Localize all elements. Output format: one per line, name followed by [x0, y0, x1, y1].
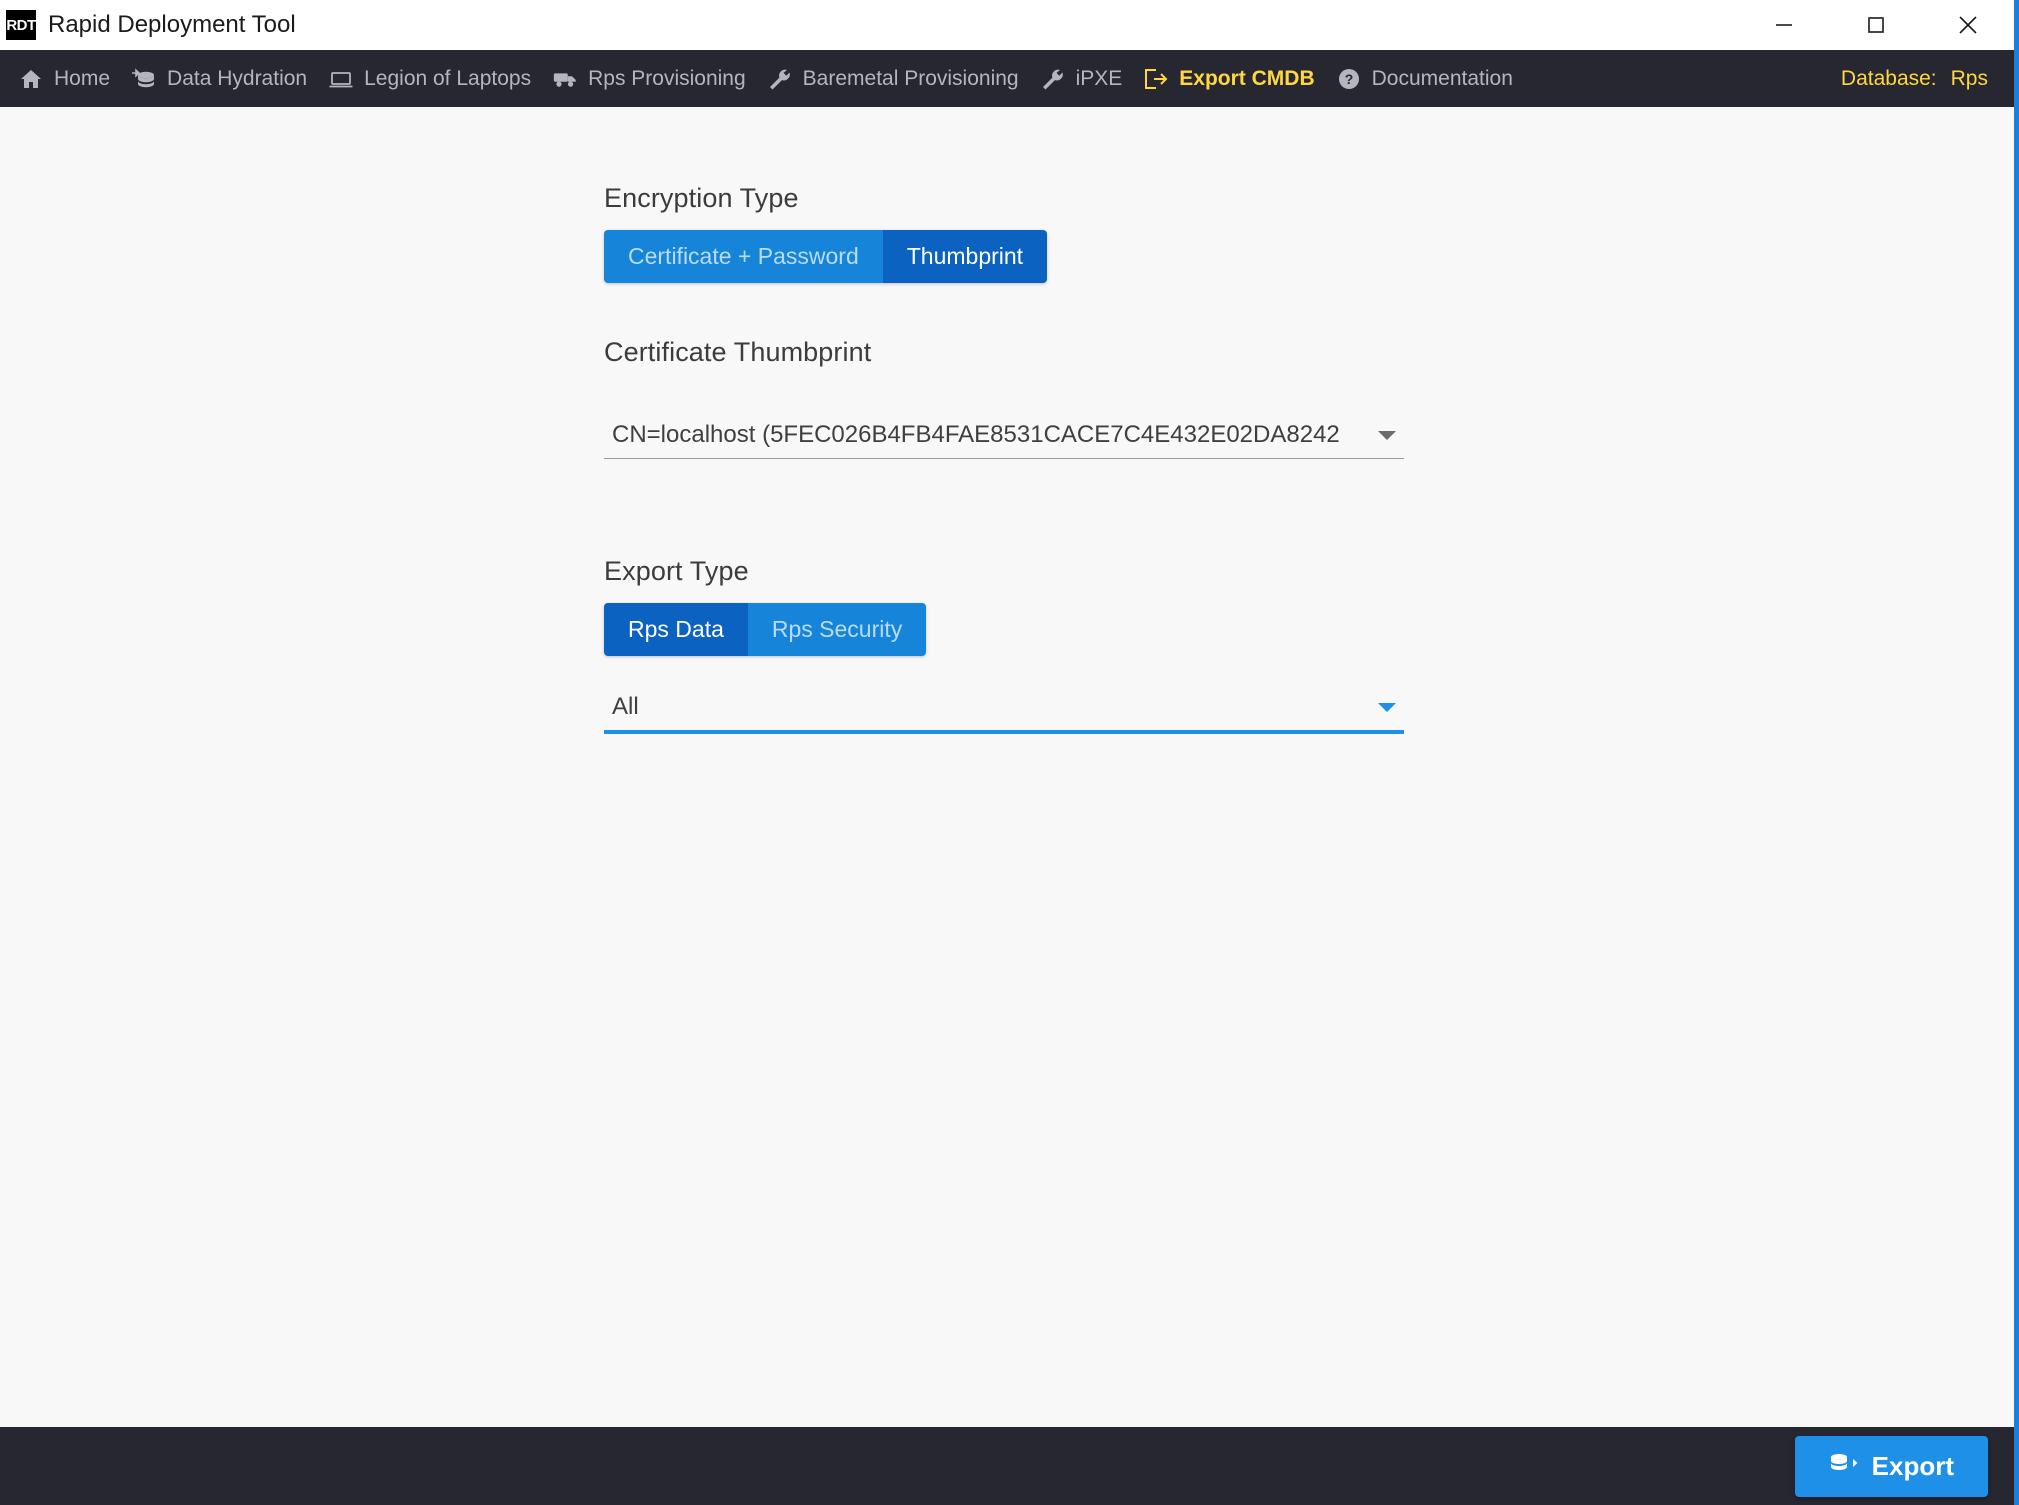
nav-label: Export CMDB — [1179, 66, 1315, 90]
window-title: Rapid Deployment Tool — [48, 11, 296, 38]
certificate-thumbprint-select[interactable]: CN=localhost (5FEC026B4FB4FAE8531CACE7C4… — [604, 412, 1404, 459]
home-icon — [18, 66, 44, 92]
export-scope-value: All — [612, 693, 639, 720]
nav-label: Data Hydration — [167, 66, 308, 90]
maximize-icon — [1868, 17, 1884, 33]
maximize-button[interactable] — [1830, 0, 1922, 50]
certificate-thumbprint-field[interactable]: CN=localhost (5FEC026B4FB4FAE8531CACE7C4… — [604, 412, 1404, 458]
encryption-type-toggle-group: Certificate + Password Thumbprint — [604, 230, 1048, 283]
export-type-label: Export Type — [604, 556, 749, 586]
footer-bar: Export — [0, 1427, 2014, 1505]
wrench-icon — [1040, 66, 1066, 92]
main-navigation: Home Data Hydration Legion of Laptops Rp… — [0, 50, 2014, 107]
nav-item-ipxe[interactable]: iPXE — [1036, 50, 1140, 107]
certificate-thumbprint-label: Certificate Thumbprint — [604, 337, 872, 367]
wrench-icon — [767, 66, 793, 92]
export-button[interactable]: Export — [1794, 1435, 1988, 1497]
certificate-thumbprint-underline — [604, 458, 1404, 459]
laptop-icon — [328, 66, 354, 92]
database-value: Rps — [1950, 66, 1988, 90]
encryption-option-certificate-password[interactable]: Certificate + Password — [604, 230, 883, 283]
encryption-option-thumbprint[interactable]: Thumbprint — [882, 230, 1048, 283]
window-controls — [1738, 0, 2014, 50]
nav-item-export-cmdb[interactable]: Export CMDB — [1139, 50, 1331, 107]
application-window: RDT Rapid Deployment Tool Home Data Hydr… — [0, 0, 2019, 1505]
certificate-thumbprint-value: CN=localhost (5FEC026B4FB4FAE8531CACE7C4… — [612, 421, 1340, 448]
export-box-icon — [1143, 66, 1169, 92]
export-option-rps-security[interactable]: Rps Security — [747, 603, 927, 656]
export-scope-field[interactable]: All — [604, 684, 1404, 730]
export-scope-select[interactable]: All — [604, 684, 1404, 734]
question-circle-icon: ? — [1336, 66, 1362, 92]
database-label: Database: — [1840, 66, 1937, 90]
close-icon — [1959, 16, 1977, 34]
app-logo-icon: RDT — [6, 10, 36, 40]
export-button-label: Export — [1871, 1450, 1954, 1481]
export-type-toggle-group: Rps Data Rps Security — [604, 603, 927, 656]
nav-label: Home — [54, 66, 111, 90]
close-button[interactable] — [1922, 0, 2014, 50]
nav-label: Documentation — [1371, 66, 1513, 90]
export-cmdb-form: Encryption Type Certificate + Password T… — [0, 107, 2014, 1427]
nav-item-rps-provisioning[interactable]: Rps Provisioning — [548, 50, 763, 107]
database-export-icon — [1829, 1450, 1859, 1483]
chevron-down-icon — [1378, 702, 1396, 712]
nav-item-baremetal-provisioning[interactable]: Baremetal Provisioning — [763, 50, 1036, 107]
nav-item-home[interactable]: Home — [14, 50, 127, 107]
title-bar: RDT Rapid Deployment Tool — [0, 0, 2014, 50]
nav-item-data-hydration[interactable]: Data Hydration — [127, 50, 324, 107]
nav-label: Legion of Laptops — [364, 66, 532, 90]
minimize-icon — [1776, 24, 1792, 26]
nav-item-documentation[interactable]: ? Documentation — [1332, 50, 1530, 107]
database-status: Database: Rps — [1841, 67, 1988, 91]
export-option-rps-data[interactable]: Rps Data — [604, 603, 748, 656]
nav-label: Rps Provisioning — [588, 66, 746, 90]
truck-icon — [552, 66, 578, 92]
minimize-button[interactable] — [1738, 0, 1830, 50]
svg-text:?: ? — [1344, 71, 1353, 87]
export-scope-underline — [604, 730, 1404, 734]
nav-item-legion-of-laptops[interactable]: Legion of Laptops — [324, 50, 548, 107]
nav-label: iPXE — [1075, 66, 1123, 90]
database-arrow-icon — [131, 66, 157, 92]
chevron-down-icon — [1378, 430, 1396, 440]
encryption-type-label: Encryption Type — [604, 183, 799, 213]
nav-label: Baremetal Provisioning — [802, 66, 1019, 90]
